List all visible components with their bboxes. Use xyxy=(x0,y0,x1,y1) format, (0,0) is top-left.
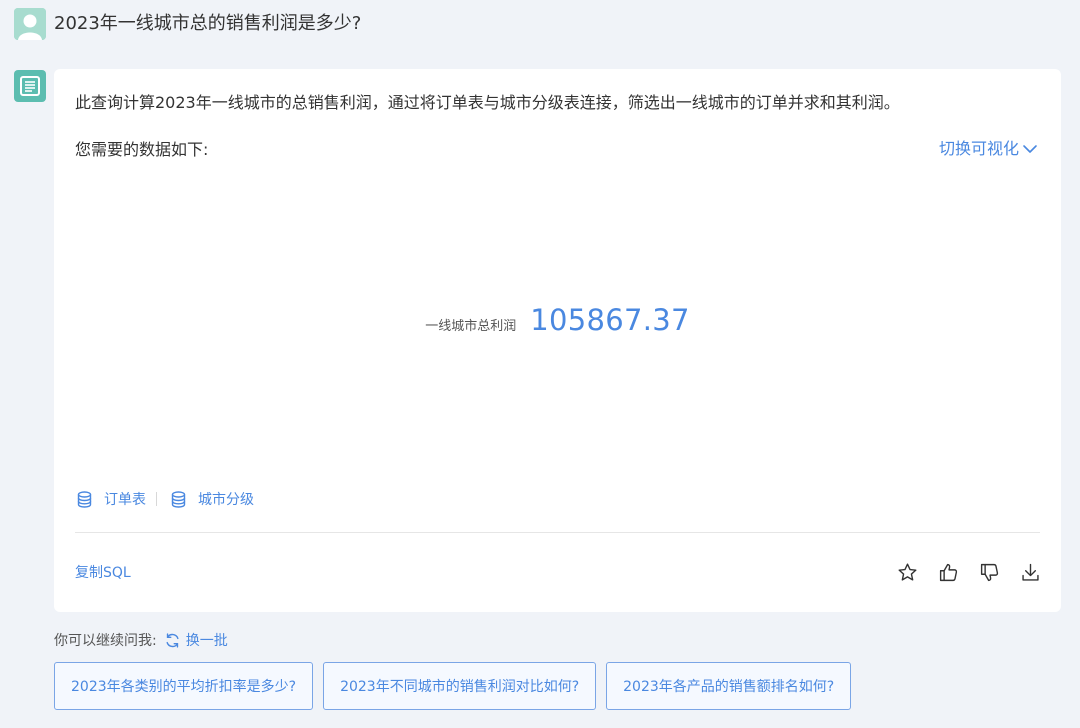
suggestion-chip[interactable]: 2023年各类别的平均折扣率是多少? xyxy=(54,662,314,710)
metric-label: 一线城市总利润 xyxy=(425,319,517,334)
star-icon xyxy=(898,563,917,581)
answer-card: 此查询计算2023年一线城市的总销售利润，通过将订单表与城市分级表连接，筛选出一… xyxy=(54,69,1061,612)
metric-value: 105867.37 xyxy=(530,303,690,337)
source-city-tier-table[interactable]: 城市分级 xyxy=(171,489,254,509)
suggestion-chip[interactable]: 2023年不同城市的销售利润对比如何? xyxy=(323,662,597,710)
thumbs-up-button[interactable] xyxy=(938,562,959,583)
user-avatar xyxy=(14,8,46,40)
chevron-down-icon xyxy=(1023,145,1037,153)
metric-display: 一线城市总利润 105867.37 xyxy=(54,303,1061,337)
download-icon xyxy=(1022,563,1039,581)
suggestion-chip[interactable]: 2023年各产品的销售额排名如何? xyxy=(606,662,852,710)
thumbs-down-icon xyxy=(980,563,999,582)
toggle-visualization-label: 切换可视化 xyxy=(938,139,1019,158)
thumbs-down-button[interactable] xyxy=(979,562,1000,583)
data-sources: 订单表 城市分级 xyxy=(77,489,254,509)
data-intro-text: 您需要的数据如下: xyxy=(75,140,209,159)
source-label: 订单表 xyxy=(104,492,146,508)
download-button[interactable] xyxy=(1020,562,1041,583)
database-icon xyxy=(77,490,92,508)
user-silhouette-icon xyxy=(14,8,46,40)
bot-avatar xyxy=(14,70,46,102)
suggestion-chips: 2023年各类别的平均折扣率是多少? 2023年不同城市的销售利润对比如何? 2… xyxy=(54,662,852,710)
suggestions-title: 你可以继续问我: xyxy=(54,633,157,649)
database-icon xyxy=(171,490,186,508)
source-orders-table[interactable]: 订单表 xyxy=(77,489,146,509)
source-label: 城市分级 xyxy=(198,492,254,508)
refresh-icon xyxy=(166,632,179,648)
source-divider xyxy=(156,492,157,506)
document-icon xyxy=(20,76,40,96)
refresh-label: 换一批 xyxy=(185,633,228,649)
thumbs-up-icon xyxy=(939,563,958,582)
answer-description: 此查询计算2023年一线城市的总销售利润，通过将订单表与城市分级表连接，筛选出一… xyxy=(75,93,900,112)
suggestions-header: 你可以继续问我: 换一批 xyxy=(54,630,228,650)
user-question: 2023年一线城市总的销售利润是多少? xyxy=(54,13,362,34)
feedback-actions xyxy=(897,562,1041,583)
card-divider xyxy=(75,532,1040,533)
copy-sql-button[interactable]: 复制SQL xyxy=(75,562,131,582)
star-button[interactable] xyxy=(897,562,918,583)
refresh-suggestions-button[interactable]: 换一批 xyxy=(164,630,228,650)
toggle-visualization-button[interactable]: 切换可视化 xyxy=(939,137,1039,161)
